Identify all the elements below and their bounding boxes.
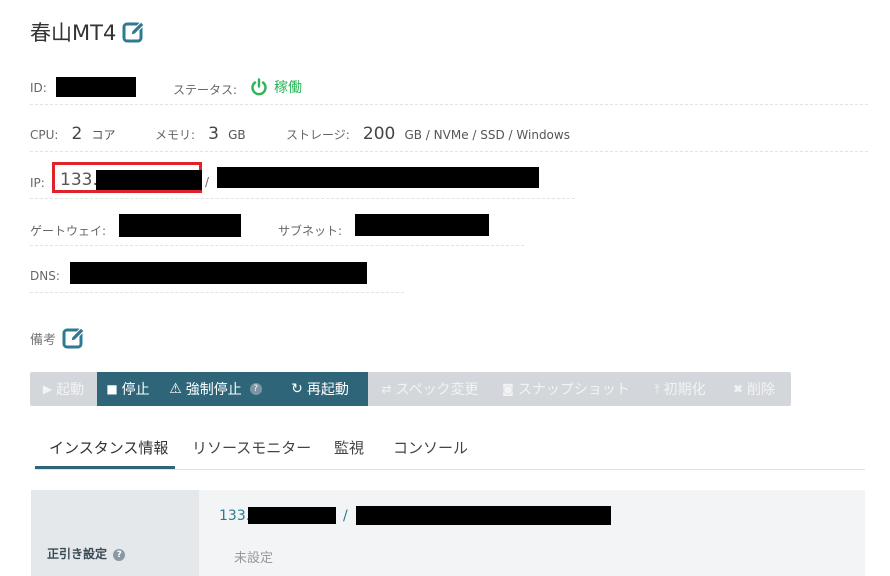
cpu-unit: コア [91,128,116,142]
divider [30,198,575,200]
notes-field: 備考 [30,326,86,350]
spec-change-button[interactable]: ⇄ スペック変更 [368,372,492,406]
action-toolbar: ▶ 起動 ■ 停止 ⚠ 強制停止 ? ↻ 再起動 ⇄ スペック変更 ◙ スナップ… [30,372,791,406]
notes-label: 備考 [30,332,57,348]
ip-separator: / [205,175,210,189]
id-redacted [56,77,136,97]
instance-name: 春山MT4 [30,21,117,45]
tab-console[interactable]: コンソール [393,437,468,458]
warning-icon: ⚠ [169,381,182,397]
tab-monitoring[interactable]: 監視 [334,437,364,458]
status-label: ステータス: [173,83,238,97]
cpu-value: 2 [71,124,83,144]
help-icon[interactable]: ? [249,383,262,395]
forward-lookup-label-cell: 正引き設定 ? [31,490,199,576]
page-title: 春山MT4 [30,17,146,47]
edit-icon[interactable] [122,20,146,44]
power-icon [251,78,267,96]
ip-label: IP: [30,176,45,190]
storage-label: ストレージ: [286,128,350,142]
divider [30,151,868,153]
edit-icon[interactable] [62,326,86,350]
tab-resource-monitor[interactable]: リソースモニター [192,437,311,458]
stop-icon: ■ [106,382,118,396]
forward-lookup-label: 正引き設定 [47,547,108,561]
stop-button[interactable]: ■ 停止 [97,372,159,406]
dns-label: DNS: [30,269,60,283]
help-icon[interactable]: ? [113,548,126,561]
refresh-icon: ↻ [291,381,303,397]
subnet-redacted [355,214,489,236]
forward-lookup-value-cell: 133. / 未設定 [199,490,865,576]
forward-lookup-ip-redacted [248,507,336,524]
memory-value: 3 [208,124,219,144]
play-icon: ▶ [42,382,53,396]
camera-icon: ◙ [502,382,514,396]
snapshot-button[interactable]: ◙ スナップショット [492,372,640,406]
forward-lookup-ip[interactable]: 133. [219,508,250,524]
cpu-field: CPU: 2 コア [30,124,115,144]
upload-icon: ⤒ [654,381,660,396]
storage-field: ストレージ: 200 GB / NVMe / SSD / Windows [286,124,570,144]
forward-lookup-field: 正引き設定 ? [47,545,126,562]
dns-redacted [70,262,367,284]
delete-button[interactable]: ✖ 削除 [720,372,788,406]
close-icon: ✖ [732,382,744,396]
storage-unit: GB / NVMe / SSD / Windows [404,128,570,142]
status-value: 稼働 [274,80,302,96]
forward-lookup-host-redacted [356,506,611,525]
gateway-label: ゲートウェイ: [30,224,107,238]
swap-icon: ⇄ [381,382,392,396]
active-tab-indicator [35,466,175,469]
tab-instance-info[interactable]: インスタンス情報 [49,437,168,458]
forward-lookup-unset: 未設定 [234,551,274,566]
gateway-redacted [119,214,241,237]
memory-label: メモリ: [155,128,196,142]
initialize-button[interactable]: ⤒ 初期化 [640,372,720,406]
divider [30,104,868,106]
memory-unit: GB [228,128,246,142]
storage-value: 200 [362,124,396,144]
status-badge: 稼働 [250,77,302,97]
start-button[interactable]: ▶ 起動 [30,372,97,406]
force-stop-button[interactable]: ⚠ 強制停止 ? [159,372,272,406]
id-label: ID: [30,81,47,95]
tab-bar: インスタンス情報 リソースモニター 監視 コンソール [35,425,865,470]
subnet-label: サブネット: [278,224,343,238]
divider [30,292,404,294]
ip-redacted [96,170,202,190]
forward-lookup-separator: / [343,508,348,524]
divider [30,245,524,247]
restart-button[interactable]: ↻ 再起動 [272,372,368,406]
ip-redacted-2 [217,167,539,188]
ip-value: 133. [60,170,98,190]
memory-field: メモリ: 3 GB [155,124,246,144]
cpu-label: CPU: [30,128,59,142]
